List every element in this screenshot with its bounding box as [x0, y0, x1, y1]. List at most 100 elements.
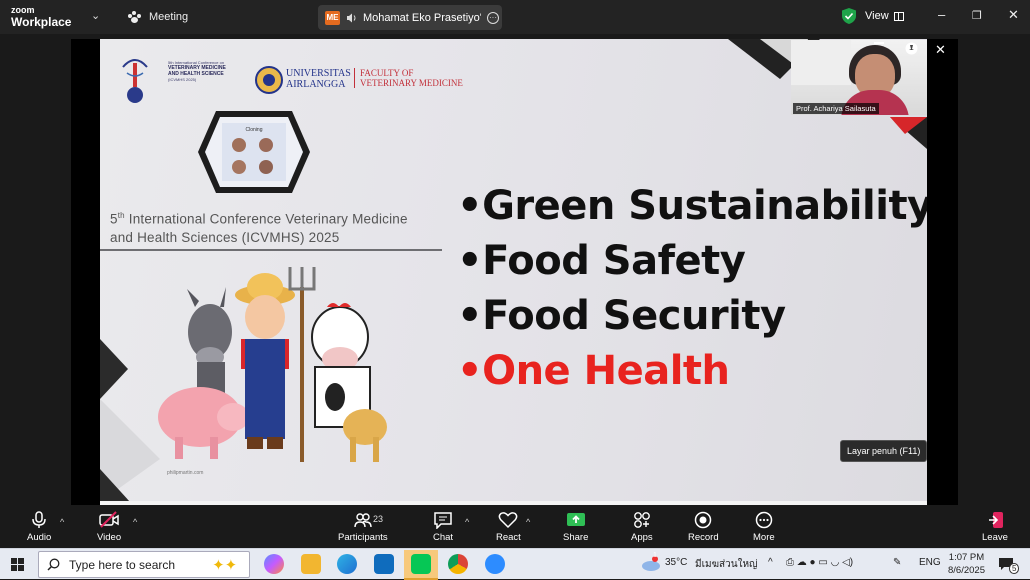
pen-icon[interactable]: ✎: [893, 557, 901, 568]
tray-overflow-caret[interactable]: ^: [768, 557, 773, 568]
leave-icon: [988, 512, 1003, 528]
speaker-icon: [347, 13, 356, 22]
bullet-one-health: •One Health: [457, 348, 730, 394]
share-tab-label: Mohamat Eko Prasetiyo's scr: [363, 11, 481, 24]
more-icon[interactable]: ···: [487, 11, 499, 24]
apps-button[interactable]: Apps: [631, 511, 653, 543]
line-icon[interactable]: [411, 554, 431, 574]
video-off-icon: [99, 511, 119, 528]
cloning-hexagon-image: Cloning: [198, 111, 310, 193]
bullet-food-safety: •Food Safety: [457, 238, 746, 284]
bullet-food-security: •Food Security: [457, 293, 786, 339]
shield-check-icon[interactable]: [842, 8, 856, 24]
video-slide-preview: [791, 40, 851, 85]
chat-button[interactable]: Chat: [433, 511, 453, 543]
audio-options-caret[interactable]: ^: [60, 517, 64, 527]
participants-icon: [354, 513, 372, 528]
taskbar-search-box[interactable]: Type here to search ✦✦: [38, 551, 250, 578]
share-label: Share: [563, 532, 589, 543]
chrome-icon[interactable]: [448, 554, 468, 574]
mini-line: (ICVMHS 2025): [168, 77, 197, 82]
icvmhs-logo: [122, 59, 148, 103]
more-dots-icon: [755, 511, 773, 529]
record-icon: [695, 511, 712, 529]
university-line: AIRLANGGA: [286, 79, 346, 90]
view-label: View: [865, 10, 889, 22]
zoom-window: zoom Workplace ⌄ Meeting ME Mohamat Eko …: [0, 0, 1030, 548]
clock-date: 8/6/2025: [948, 565, 985, 576]
illustration-credit: philipmartin.com: [167, 470, 204, 476]
copilot-icon[interactable]: [264, 554, 284, 574]
university-name: UNIVERSITAS AIRLANGGA: [286, 68, 351, 90]
audio-label: Audio: [27, 532, 52, 543]
close-share-icon[interactable]: ✕: [935, 42, 946, 58]
video-button[interactable]: Video: [97, 511, 121, 543]
faculty-line: VETERINARY MEDICINE: [360, 78, 463, 88]
university-line: UNIVERSITAS: [286, 68, 351, 79]
react-options-caret[interactable]: ^: [526, 517, 530, 527]
edge-icon[interactable]: [337, 554, 357, 574]
fullscreen-tooltip: Layar penuh (F11): [840, 440, 928, 462]
windows-taskbar: Type here to search ✦✦ 1 35°C มีเมฆส่วนใ…: [0, 548, 1030, 580]
sparkle-icon: ✦✦: [212, 556, 238, 574]
windows-start-icon[interactable]: [11, 558, 24, 571]
weather-text[interactable]: มีเมฆส่วนใหญ่: [695, 557, 758, 572]
zoom-workplace-logo[interactable]: zoom Workplace: [11, 5, 72, 29]
file-explorer-icon[interactable]: [301, 554, 321, 574]
record-label: Record: [688, 532, 719, 543]
apps-label: Apps: [631, 532, 653, 543]
slide-bottom-strip: [100, 501, 927, 505]
faculty-line: FACULTY OF: [360, 68, 414, 78]
pin-icon[interactable]: [905, 42, 918, 55]
chevron-down-icon[interactable]: ⌄: [91, 9, 100, 22]
leave-label: Leave: [982, 532, 1008, 543]
view-button[interactable]: View: [865, 7, 904, 25]
zoom-taskbar-icon[interactable]: [485, 554, 505, 574]
language-indicator[interactable]: ENG: [919, 557, 941, 568]
hex-caption: Cloning: [246, 127, 263, 133]
title-sup: th: [117, 211, 125, 220]
video-options-caret[interactable]: ^: [133, 517, 137, 527]
sharer-avatar: ME: [325, 10, 340, 25]
tray-apps-icons[interactable]: ⎙ ☁ ● ▭ ◡ ◁): [786, 557, 853, 568]
minimize-video-icon[interactable]: [874, 42, 884, 44]
record-button[interactable]: Record: [688, 511, 719, 543]
screen-share-tab[interactable]: ME Mohamat Eko Prasetiyo's scr ···: [318, 5, 502, 30]
conference-mini-text: 5th International Conference on VETERINA…: [168, 60, 248, 82]
brand-line2: Workplace: [11, 15, 72, 29]
meeting-toolbar: Audio ^ Video ^ Participants 23 Chat ^ R…: [0, 507, 1030, 548]
title-line2: and Health Sciences (ICVMHS) 2025: [110, 229, 340, 245]
more-button[interactable]: More: [753, 511, 775, 543]
farmer-animals-illustration: [158, 267, 387, 462]
minimize-icon[interactable]: –: [938, 7, 945, 22]
chat-options-caret[interactable]: ^: [465, 517, 469, 527]
bullet-green-sustainability: •Green Sustainability: [457, 183, 927, 229]
react-label: React: [496, 532, 521, 543]
microphone-icon: [32, 511, 46, 528]
conference-title: 5th International Conference Veterinary …: [110, 207, 408, 247]
search-icon: [47, 558, 60, 571]
airlangga-logo: [255, 66, 283, 94]
audio-button[interactable]: Audio: [27, 511, 51, 543]
share-screen-icon: [566, 513, 585, 526]
leave-button[interactable]: Leave: [982, 511, 1008, 543]
brand-line1: zoom: [11, 5, 35, 15]
heart-icon: [499, 512, 518, 529]
temperature[interactable]: 35°C: [665, 557, 687, 568]
meeting-tab[interactable]: Meeting: [128, 8, 188, 26]
weather-cloud-icon[interactable]: [641, 556, 661, 572]
divider-line: [100, 249, 442, 251]
react-button[interactable]: React: [496, 511, 521, 543]
restore-icon[interactable]: ❐: [972, 9, 982, 22]
meeting-label: Meeting: [149, 11, 189, 23]
share-button[interactable]: Share: [563, 511, 588, 543]
chat-icon: [434, 512, 452, 529]
close-window-icon[interactable]: ✕: [1008, 7, 1019, 23]
participants-count: 23: [373, 514, 384, 524]
chat-label: Chat: [433, 532, 454, 543]
apps-icon: [633, 512, 650, 528]
title-prefix: 5: [110, 211, 118, 227]
search-placeholder: Type here to search: [69, 557, 176, 572]
outlook-icon[interactable]: [374, 554, 394, 574]
system-clock[interactable]: 1:07 PM 8/6/2025: [948, 551, 985, 577]
